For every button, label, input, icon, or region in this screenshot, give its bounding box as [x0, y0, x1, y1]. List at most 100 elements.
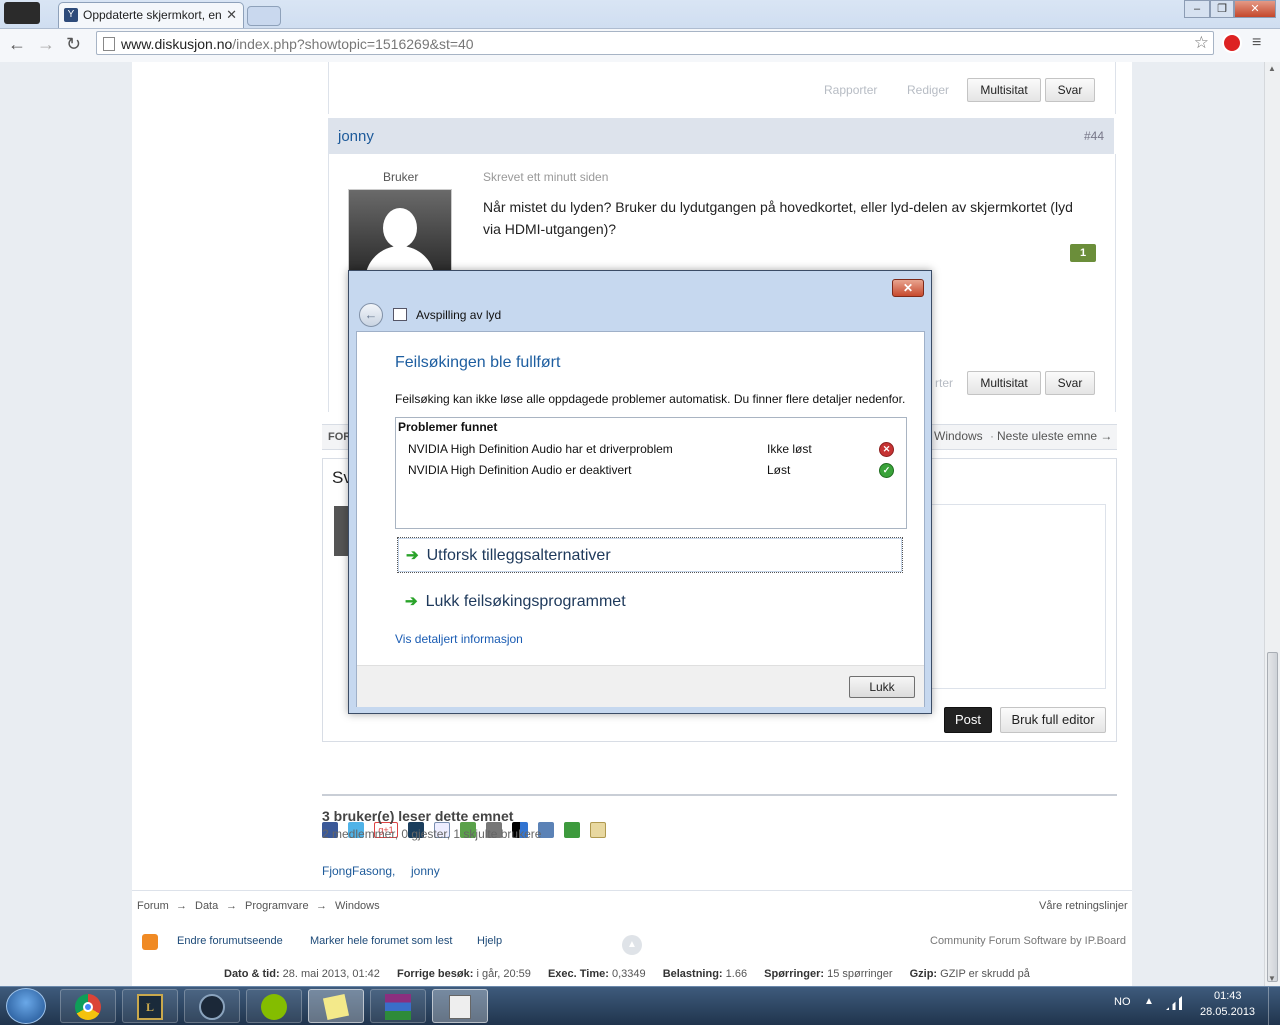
- report-link-partial[interactable]: rter: [935, 376, 953, 390]
- minimize-button[interactable]: –: [1184, 0, 1210, 18]
- taskbar-league-of-legends[interactable]: L: [122, 989, 178, 1023]
- breadcrumb-forum[interactable]: Forum: [137, 900, 169, 912]
- post-date: Skrevet ett minutt siden: [483, 170, 609, 184]
- dialog-close-button[interactable]: ✕: [892, 279, 924, 297]
- reader-user-2[interactable]: jonny: [411, 864, 440, 878]
- adblock-icon[interactable]: [1222, 33, 1242, 53]
- bookmark-star-icon[interactable]: ☆: [1194, 33, 1209, 53]
- guidelines-link[interactable]: Våre retningslinjer: [1039, 900, 1128, 912]
- full-editor-button[interactable]: Bruk full editor: [1000, 707, 1106, 733]
- footer-link-skin[interactable]: Endre forumutseende: [177, 935, 283, 947]
- problem-name: NVIDIA High Definition Audio er deaktive…: [408, 463, 632, 477]
- tab-close-icon[interactable]: ✕: [226, 7, 237, 23]
- breadcrumb-windows[interactable]: Windows: [335, 900, 380, 912]
- nav-separator: ·: [990, 429, 994, 443]
- error-icon: ✕: [879, 442, 894, 457]
- taskbar-troubleshooter[interactable]: [432, 989, 488, 1023]
- post-button[interactable]: Post: [944, 707, 992, 733]
- problem-name: NVIDIA High Definition Audio har et driv…: [408, 442, 673, 456]
- spotify-icon: [261, 994, 287, 1020]
- powered-by[interactable]: Community Forum Software by IP.Board: [930, 935, 1126, 947]
- language-indicator[interactable]: NO: [1114, 996, 1131, 1008]
- tray-expand-icon[interactable]: ▲: [1144, 996, 1154, 1007]
- breadcrumb-sep-3: →: [316, 900, 327, 912]
- taskbar-steam[interactable]: [184, 989, 240, 1023]
- dialog-footer: Lukk: [357, 665, 924, 707]
- edit-link[interactable]: Rediger: [907, 83, 949, 97]
- start-button[interactable]: [6, 988, 46, 1024]
- next-unread-link[interactable]: Neste uleste emne →: [997, 429, 1112, 443]
- show-desktop-button[interactable]: [1268, 987, 1280, 1025]
- taskbar-winrar[interactable]: [370, 989, 426, 1023]
- multiquote-button-2[interactable]: Multisitat: [967, 371, 1041, 395]
- breadcrumb-data[interactable]: Data: [195, 900, 218, 912]
- readers-divider: [322, 794, 1117, 796]
- author-role: Bruker: [383, 170, 419, 184]
- troubleshooter-dialog: ✕ ← Avspilling av lyd Feilsøkingen ble f…: [348, 270, 932, 714]
- post-author[interactable]: jonny: [338, 128, 374, 145]
- reload-icon[interactable]: ↻: [66, 34, 81, 55]
- stat-queries: Spørringer: 15 spørringer: [764, 968, 893, 980]
- dialog-heading: Feilsøkingen ble fullført: [395, 354, 561, 371]
- back-icon[interactable]: ←: [8, 34, 26, 55]
- reader-user-1[interactable]: FjongFasong,: [322, 864, 395, 878]
- maximize-button[interactable]: ❐: [1210, 0, 1234, 18]
- sticky-notes-icon: [322, 993, 350, 1021]
- site-favicon-icon: Y: [64, 8, 78, 22]
- post-header: jonny #44: [328, 118, 1114, 154]
- dialog-back-icon[interactable]: ←: [359, 303, 383, 327]
- tab-active[interactable]: Y Oppdaterte skjermkort, en ✕: [58, 2, 244, 28]
- page-icon: [103, 37, 115, 51]
- footer-link-mark-read[interactable]: Marker hele forumet som lest: [310, 935, 452, 947]
- scroll-down-icon[interactable]: ▼: [1268, 974, 1276, 983]
- close-troubleshooter-link[interactable]: ➔ Lukk feilsøkingsprogrammet: [397, 585, 903, 615]
- share-icon-11[interactable]: [590, 822, 606, 838]
- address-bar[interactable]: www.diskusjon.no/index.php?showtopic=151…: [96, 31, 1214, 55]
- multiquote-button[interactable]: Multisitat: [967, 78, 1041, 102]
- windows-link[interactable]: Windows: [934, 429, 983, 443]
- avatar[interactable]: [348, 189, 452, 275]
- taskbar-chrome[interactable]: [60, 989, 116, 1023]
- dialog-title: Avspilling av lyd: [416, 308, 502, 322]
- reply-button-2[interactable]: Svar: [1045, 371, 1095, 395]
- dialog-body: Feilsøkingen ble fullført Feilsøking kan…: [356, 331, 925, 707]
- footer-link-help[interactable]: Hjelp: [477, 935, 502, 947]
- reputation-badge[interactable]: 1: [1070, 244, 1096, 262]
- window-close-button[interactable]: ✕: [1234, 0, 1276, 18]
- stat-exec-time: Exec. Time: 0,3349: [547, 968, 646, 980]
- scrollbar-thumb[interactable]: [1267, 652, 1278, 982]
- dialog-description: Feilsøking kan ikke løse alle oppdagede …: [395, 392, 906, 406]
- forward-icon[interactable]: →: [37, 34, 55, 55]
- check-icon: ✓: [879, 463, 894, 478]
- problem-row[interactable]: NVIDIA High Definition Audio er deaktive…: [408, 463, 898, 481]
- menu-wrench-icon[interactable]: ≡: [1252, 35, 1268, 51]
- scroll-up-icon[interactable]: ▲: [1268, 64, 1276, 73]
- dialog-close-action-button[interactable]: Lukk: [849, 676, 915, 698]
- problem-row[interactable]: NVIDIA High Definition Audio har et driv…: [408, 442, 898, 460]
- readers-summary: 2 medlemmer, 0 gjester, 1 skjulte bruker…: [322, 827, 542, 841]
- post-number[interactable]: #44: [1084, 129, 1104, 143]
- report-link[interactable]: Rapporter: [824, 83, 877, 97]
- taskbar: L NO ▲ 01:43 28.05.2013: [0, 986, 1280, 1025]
- stumbleupon-icon[interactable]: [564, 822, 580, 838]
- details-link[interactable]: Vis detaljert informasjon: [395, 632, 523, 646]
- back-to-top-icon[interactable]: ▲: [622, 935, 642, 955]
- green-arrow-icon: ➔: [405, 593, 418, 610]
- close-troubleshooter-label: Lukk feilsøkingsprogrammet: [425, 593, 626, 610]
- winrar-icon: [385, 994, 411, 1020]
- tray-time[interactable]: 01:43: [1214, 990, 1242, 1002]
- new-tab-button[interactable]: [247, 6, 281, 26]
- user-avatar-icon[interactable]: [4, 2, 40, 24]
- taskbar-sticky-notes[interactable]: [308, 989, 364, 1023]
- breadcrumb-programvare[interactable]: Programvare: [245, 900, 309, 912]
- tray-date[interactable]: 28.05.2013: [1200, 1006, 1255, 1018]
- reply-button[interactable]: Svar: [1045, 78, 1095, 102]
- post-text: Når mistet du lyden? Bruker du lydutgang…: [483, 199, 1073, 237]
- stat-gzip: Gzip: GZIP er skrudd på: [909, 968, 1030, 980]
- explore-options-link[interactable]: ➔ Utforsk tilleggsalternativer: [397, 537, 903, 573]
- steam-icon: [199, 994, 225, 1020]
- taskbar-spotify[interactable]: [246, 989, 302, 1023]
- network-icon[interactable]: [1166, 996, 1182, 1010]
- rss-icon[interactable]: [142, 934, 158, 950]
- scrollbar[interactable]: ▲ ▼: [1264, 62, 1280, 988]
